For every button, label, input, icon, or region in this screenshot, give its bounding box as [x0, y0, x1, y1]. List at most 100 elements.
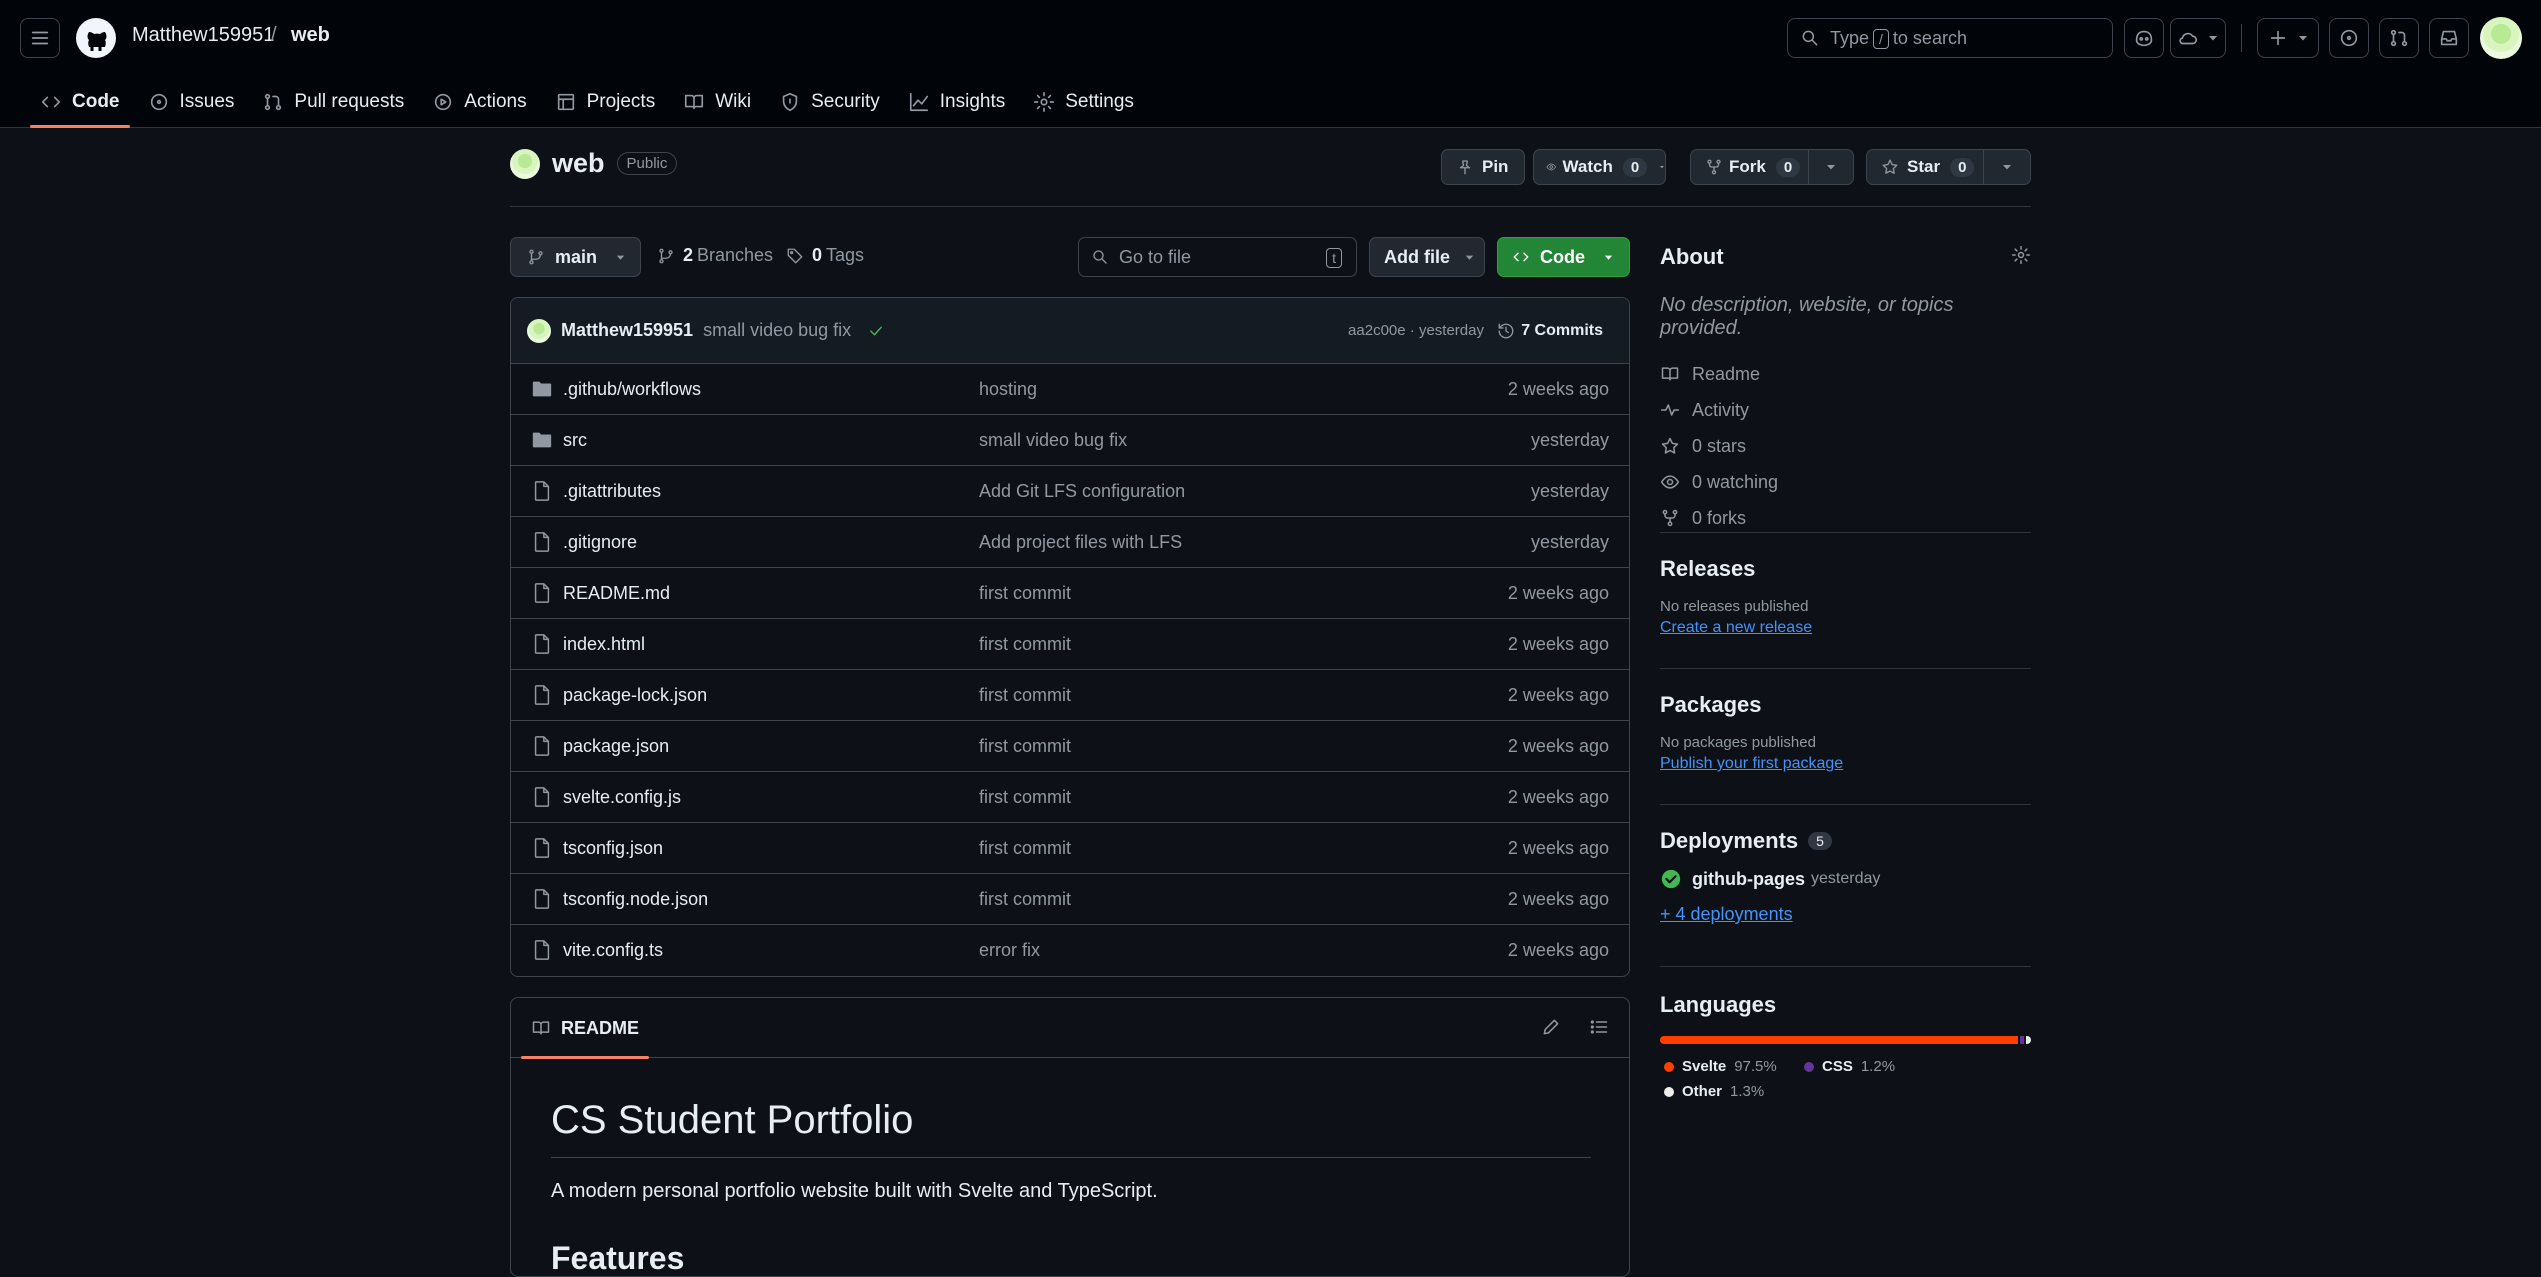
watch-button[interactable]: Watch 0 [1533, 149, 1666, 185]
copilot-button[interactable] [2124, 18, 2164, 58]
code-button[interactable]: Code [1497, 237, 1630, 277]
language-item[interactable]: Other 1.3% [1660, 1083, 1800, 1100]
owner-avatar[interactable] [510, 148, 540, 179]
menu-button[interactable] [20, 18, 60, 58]
file-name[interactable]: .gitignore [563, 532, 637, 553]
file-commit-message[interactable]: error fix [979, 940, 1040, 961]
pin-button[interactable]: Pin [1441, 149, 1525, 185]
copilot-menu-button[interactable] [2170, 18, 2226, 58]
file-row[interactable]: .gitignore Add project files with LFS yest… [511, 517, 1629, 568]
file-row[interactable]: README.md first commit 2 weeks ago [511, 568, 1629, 619]
tab-pull-requests[interactable]: Pull requests [248, 76, 418, 128]
tab-insights[interactable]: Insights [894, 76, 1019, 128]
list-unordered-icon[interactable] [1589, 1017, 1609, 1037]
file-name[interactable]: tsconfig.node.json [563, 889, 708, 910]
readme-tab[interactable]: README [521, 998, 650, 1059]
forks-link[interactable]: 0 forks [1660, 500, 2031, 536]
file-name[interactable]: .gitattributes [563, 481, 661, 502]
file-row[interactable]: svelte.config.js first commit 2 weeks ago [511, 772, 1629, 823]
tab-code[interactable]: Code [26, 76, 134, 128]
file-commit-message[interactable]: first commit [979, 787, 1071, 808]
star-button[interactable]: Star 0 [1866, 149, 1984, 185]
file-commit-message[interactable]: small video bug fix [979, 430, 1127, 451]
tab-actions[interactable]: Actions [418, 76, 540, 128]
go-to-file-input[interactable]: Go to file t [1078, 237, 1357, 277]
repo-name[interactable]: web [552, 148, 605, 179]
github-logo-icon[interactable] [76, 18, 116, 58]
commit-message[interactable]: small video bug fix [703, 320, 851, 341]
file-commit-message[interactable]: first commit [979, 634, 1071, 655]
deployment-env[interactable]: github-pages [1692, 869, 1805, 890]
create-release-link[interactable]: Create a new release [1660, 619, 2031, 637]
releases-title[interactable]: Releases [1660, 556, 2031, 582]
file-row[interactable]: package-lock.json first commit 2 weeks ago [511, 670, 1629, 721]
tab-settings[interactable]: Settings [1019, 76, 1148, 128]
fork-button[interactable]: Fork 0 [1690, 149, 1809, 185]
your-pull-requests-button[interactable] [2379, 18, 2419, 58]
file-commit-message[interactable]: first commit [979, 838, 1071, 859]
language-bar-segment[interactable] [1660, 1036, 2018, 1044]
file-row[interactable]: .github/workflows hosting 2 weeks ago [511, 364, 1629, 415]
file-commit-message[interactable]: Add Git LFS configuration [979, 481, 1185, 502]
file-name[interactable]: README.md [563, 583, 670, 604]
commits-history-link[interactable]: 7 Commits [1497, 322, 1603, 340]
file-name[interactable]: vite.config.ts [563, 940, 663, 961]
file-row[interactable]: tsconfig.json first commit 2 weeks ago [511, 823, 1629, 874]
notifications-button[interactable] [2429, 18, 2469, 58]
file-row[interactable]: tsconfig.node.json first commit 2 weeks ag… [511, 874, 1629, 925]
readme-link[interactable]: Readme [1660, 356, 2031, 392]
deployments-title[interactable]: Deployments [1660, 828, 1798, 854]
commit-author[interactable]: Matthew159951 [561, 320, 693, 341]
commit-author-avatar[interactable] [527, 318, 551, 343]
stars-link[interactable]: 0 stars [1660, 428, 2031, 464]
file-row[interactable]: package.json first commit 2 weeks ago [511, 721, 1629, 772]
tags-link[interactable]: 0 Tags [786, 245, 864, 266]
file-name[interactable]: src [563, 430, 587, 451]
create-new-button[interactable] [2257, 18, 2319, 58]
tab-issues[interactable]: Issues [134, 76, 249, 128]
file-commit-message[interactable]: first commit [979, 736, 1071, 757]
search-input[interactable]: Type / to search [1787, 18, 2113, 58]
file-name[interactable]: tsconfig.json [563, 838, 663, 859]
file-commit-message[interactable]: first commit [979, 685, 1071, 706]
publish-package-link[interactable]: Publish your first package [1660, 755, 2031, 773]
file-row[interactable]: vite.config.ts error fix 2 weeks ago [511, 925, 1629, 976]
branches-link[interactable]: 2 Branches [657, 245, 773, 266]
star-menu-button[interactable] [1983, 149, 2031, 185]
language-item[interactable]: CSS 1.2% [1800, 1058, 1940, 1075]
file-name[interactable]: package-lock.json [563, 685, 707, 706]
fork-menu-button[interactable] [1808, 149, 1854, 185]
file-name[interactable]: .github/workflows [563, 379, 701, 400]
file-row[interactable]: .gitattributes Add Git LFS configuration y… [511, 466, 1629, 517]
file-commit-message[interactable]: first commit [979, 583, 1071, 604]
file-row[interactable]: index.html first commit 2 weeks ago [511, 619, 1629, 670]
commit-hash[interactable]: aa2c00e [1348, 322, 1406, 339]
breadcrumb-owner[interactable]: Matthew159951 [132, 24, 274, 47]
user-avatar[interactable] [2480, 17, 2522, 59]
pencil-icon[interactable] [1541, 1017, 1561, 1037]
more-deployments-link[interactable]: + 4 deployments [1660, 904, 2031, 925]
language-bar-segment[interactable] [2026, 1036, 2031, 1044]
file-commit-message[interactable]: hosting [979, 379, 1037, 400]
tab-security[interactable]: Security [765, 76, 894, 128]
go-to-file-placeholder: Go to file [1119, 246, 1192, 267]
file-commit-message[interactable]: first commit [979, 889, 1071, 910]
packages-title[interactable]: Packages [1660, 692, 2031, 718]
breadcrumb-repo[interactable]: web [291, 24, 330, 47]
file-name[interactable]: package.json [563, 736, 669, 757]
file-name[interactable]: svelte.config.js [563, 787, 681, 808]
tab-projects[interactable]: Projects [541, 76, 670, 128]
file-row[interactable]: src small video bug fix yesterday [511, 415, 1629, 466]
your-issues-button[interactable] [2329, 18, 2369, 58]
language-bar-segment[interactable] [2019, 1036, 2025, 1044]
tab-wiki[interactable]: Wiki [669, 76, 765, 128]
file-name[interactable]: index.html [563, 634, 645, 655]
file-commit-message[interactable]: Add project files with LFS [979, 532, 1182, 553]
branch-selector[interactable]: main [510, 237, 641, 277]
activity-link[interactable]: Activity [1660, 392, 2031, 428]
gear-icon[interactable] [2011, 245, 2031, 265]
language-item[interactable]: Svelte 97.5% [1660, 1058, 1800, 1075]
check-icon[interactable] [867, 322, 885, 340]
watching-link[interactable]: 0 watching [1660, 464, 2031, 500]
add-file-button[interactable]: Add file [1369, 237, 1485, 277]
